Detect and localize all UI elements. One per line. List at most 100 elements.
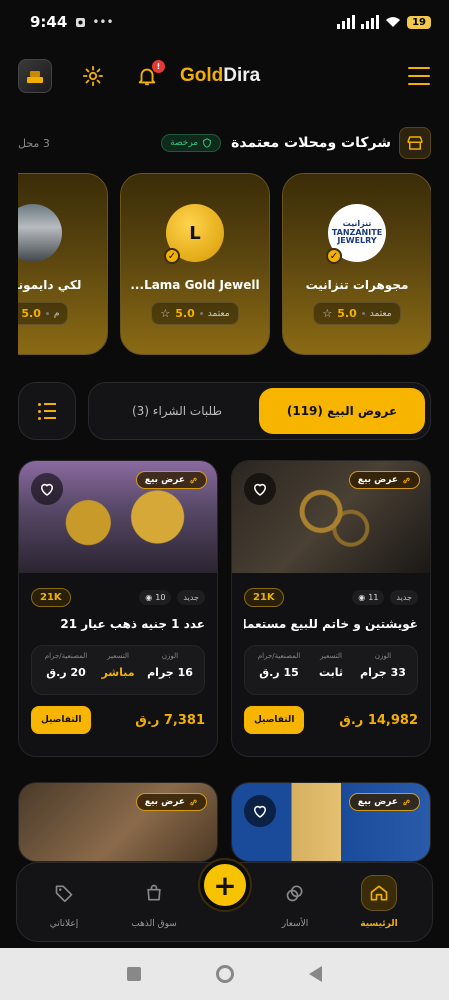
listing-meta: جديد 11 ◉ 21K: [244, 587, 418, 607]
store-count: 3 محل: [18, 136, 50, 150]
new-tag: جديد: [177, 589, 205, 605]
gear-icon: [82, 65, 104, 87]
listing-image[interactable]: عرض بيع: [19, 461, 217, 573]
sale-badge: عرض بيع: [348, 471, 420, 489]
nav-item-label: الأسعار: [281, 919, 309, 929]
link-icon: [403, 477, 410, 483]
store-status: م: [53, 308, 60, 319]
favorite-button[interactable]: [244, 473, 276, 505]
licensed-badge-label: مرخصة: [170, 138, 199, 148]
rating-value: 5.0: [175, 307, 195, 320]
spec-workmanship-value: 15 ر.ق: [259, 666, 299, 679]
details-button[interactable]: التفاصيل: [31, 706, 92, 734]
sale-badge-label: عرض بيع: [357, 797, 398, 807]
star-icon: ☆: [160, 307, 171, 320]
listing-footer: 14,982 ر.ق التفاصيل: [244, 703, 418, 737]
listing-card[interactable]: عرض بيع جديد 10 ◉ 21K عدد 1 جنيه ذهب عيا…: [18, 460, 218, 757]
app-header: ! GoldDira: [0, 44, 449, 108]
tab-buy-requests[interactable]: طلبات الشراء (3): [94, 388, 260, 434]
listing-image[interactable]: عرض بيع: [232, 461, 430, 573]
spec-workmanship: المصنعية/جرام 15 ر.ق: [253, 652, 305, 688]
rating-value: 5.0: [21, 307, 41, 320]
store-status: معتمد: [207, 308, 230, 319]
back-icon[interactable]: [308, 966, 322, 982]
heart-icon: [253, 483, 267, 496]
nav-item-home[interactable]: الرئيسية: [340, 875, 418, 929]
listing-card[interactable]: عرض بيع: [231, 782, 431, 862]
store-icon: [399, 127, 431, 159]
status-time: 9:44: [30, 13, 68, 31]
verified-check-icon: ✓: [326, 248, 342, 264]
nav-item-label: سوق الذهب: [131, 919, 177, 929]
nav-item-gold-market[interactable]: سوق الذهب: [115, 875, 193, 929]
favorite-button[interactable]: [244, 795, 276, 827]
listing-card[interactable]: عرض بيع جديد 11 ◉ 21K غويشتين و خاتم للب…: [231, 460, 431, 757]
store-logo: L ✓: [164, 204, 224, 264]
heart-icon: [253, 805, 267, 818]
karat-tag: 21K: [244, 587, 284, 607]
notification-badge: !: [152, 60, 165, 73]
listing-title: غويشتين و خاتم للبيع مستعمل ب...: [244, 617, 418, 631]
views-tag: 11 ◉: [352, 589, 385, 605]
add-listing-button[interactable]: +: [200, 860, 250, 910]
spec-weight-value: 33 جرام: [360, 666, 406, 679]
spec-weight-label: الوزن: [374, 652, 392, 660]
app-logo[interactable]: [18, 59, 52, 93]
star-icon: ☆: [322, 307, 333, 320]
hamburger-menu-button[interactable]: [407, 64, 431, 88]
listing-specs: الوزن 16 جرام التسعير مباشر المصنعية/جرا…: [31, 645, 205, 695]
nav-item-prices[interactable]: الأسعار: [256, 875, 334, 929]
rating-value: 5.0: [337, 307, 357, 320]
nav-item-my-ads[interactable]: إعلاناتي: [25, 875, 103, 929]
spec-weight: الوزن 16 جرام: [144, 652, 196, 688]
settings-button[interactable]: [80, 63, 106, 89]
store-name: Lama Gold Jewell...: [130, 278, 260, 292]
new-tag: جديد: [390, 589, 418, 605]
store-card[interactable]: L ✓ Lama Gold Jewell... معتمد 5.0 ☆: [120, 173, 270, 355]
list-filter-button[interactable]: [18, 382, 76, 440]
battery-icon: 19: [407, 15, 431, 29]
store-name: مجوهرات تنزانيت: [305, 278, 409, 292]
eye-icon: ◉: [145, 592, 153, 602]
listing-footer: 7,381 ر.ق التفاصيل: [31, 703, 205, 737]
listing-card[interactable]: عرض بيع: [18, 782, 218, 862]
tab-sale-offers[interactable]: عروض البيع (119): [259, 388, 425, 434]
listing-image[interactable]: عرض بيع: [232, 783, 430, 861]
home-icon: [361, 875, 397, 911]
spec-pricing-value: مباشر: [101, 666, 135, 679]
sale-badge-label: عرض بيع: [144, 475, 185, 485]
verified-check-icon: ✓: [164, 248, 180, 264]
status-right: 19: [337, 15, 431, 29]
notifications-button[interactable]: !: [134, 60, 165, 89]
stores-carousel[interactable]: تنزانيت TANZANITE JEWELRY ✓ مجوهرات تنزا…: [18, 173, 431, 356]
store-rating: معتمد 5.0 ☆: [151, 302, 239, 325]
sale-badge: عرض بيع: [348, 793, 420, 811]
spec-pricing-value: ثابت: [318, 666, 344, 679]
store-card[interactable]: لكي دايموند الف م 5.0 ☆: [18, 173, 108, 355]
spec-weight: الوزن 33 جرام: [357, 652, 409, 688]
spec-workmanship-value: 20 ر.ق: [46, 666, 86, 679]
karat-tag: 21K: [31, 587, 71, 607]
status-bar: 9:44 ••• 19: [0, 0, 449, 44]
signal-icon: [337, 15, 356, 29]
favorite-button[interactable]: [31, 473, 63, 505]
tab-switch: عروض البيع (119) طلبات الشراء (3): [88, 382, 431, 440]
listing-price: 14,982 ر.ق: [339, 712, 418, 728]
listing-title: عدد 1 جنيه ذهب عيار 21: [60, 617, 205, 631]
listing-price: 7,381 ر.ق: [135, 712, 205, 728]
details-button[interactable]: التفاصيل: [244, 706, 305, 734]
sale-badge-label: عرض بيع: [144, 797, 185, 807]
views-count: 10: [155, 592, 166, 602]
home-system-icon[interactable]: [215, 965, 234, 983]
listing-image[interactable]: عرض بيع: [19, 783, 217, 861]
store-logo-text: L: [189, 222, 201, 244]
recents-icon[interactable]: [127, 967, 142, 981]
shield-check-icon: [203, 138, 211, 148]
stores-section-title: شركات ومحلات معتمدة: [231, 135, 391, 151]
spec-pricing: التسعير مباشر: [92, 652, 144, 688]
store-card[interactable]: تنزانيت TANZANITE JEWELRY ✓ مجوهرات تنزا…: [282, 173, 431, 355]
sale-badge: عرض بيع: [135, 471, 207, 489]
nav-item-label: إعلاناتي: [49, 919, 79, 929]
eye-icon: ◉: [358, 592, 366, 602]
shopping-bag-icon: [136, 875, 172, 911]
